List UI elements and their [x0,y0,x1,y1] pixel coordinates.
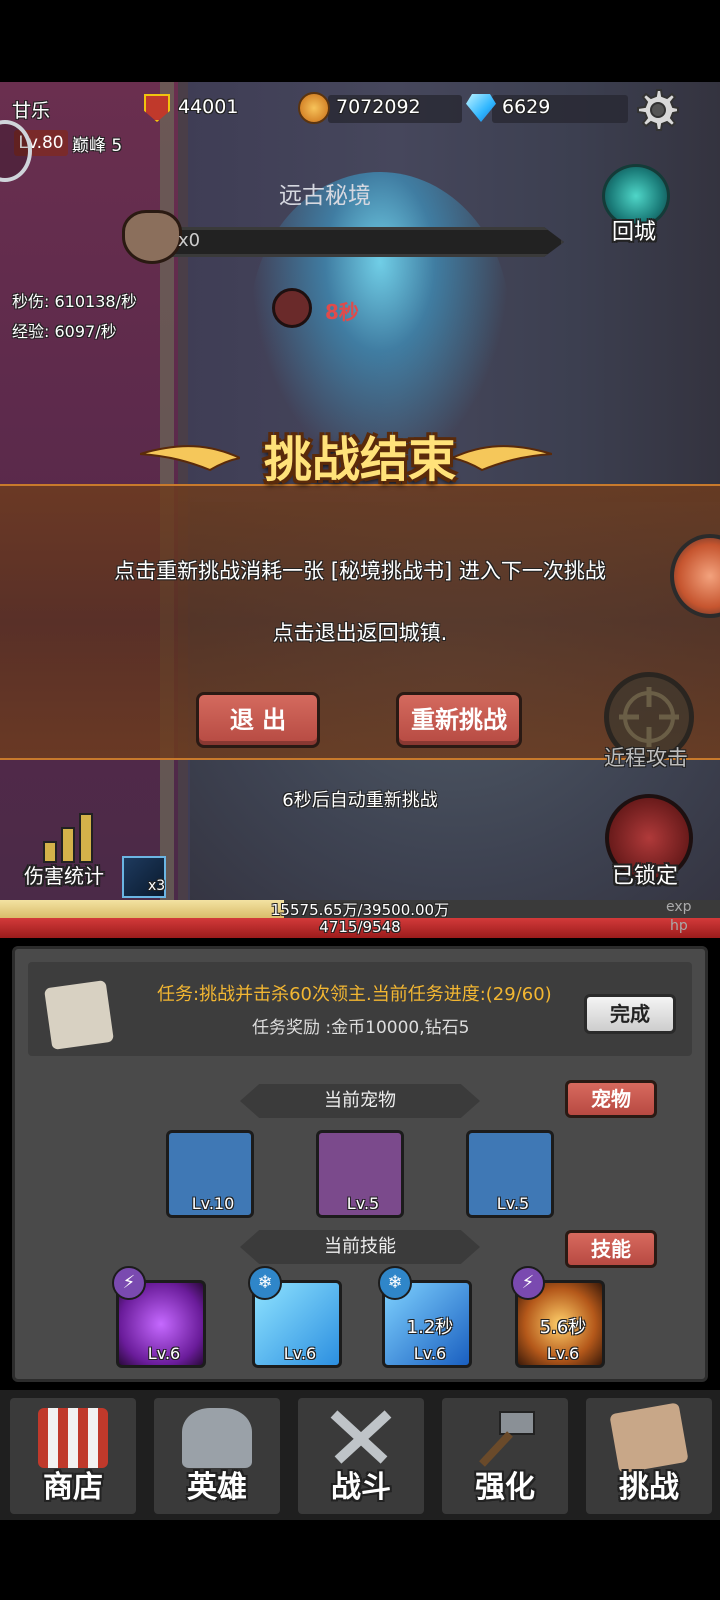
complete-quest-button[interactable]: 完成 [584,994,676,1034]
lightning-icon: ⚡ [511,1266,545,1300]
result-title: 挑战结束 [263,432,456,488]
skill-level: Lv.6 [147,1344,181,1363]
hp-label: hp [670,918,688,934]
nav-label: 英雄 [187,1470,247,1505]
status-bar-area [0,0,720,82]
quest-reward: 任务奖励 :金币10000,钻石5 [252,1018,470,1038]
damage-stats-label[interactable]: 伤害统计 [24,860,104,889]
nav-hero-button[interactable]: 英雄 [154,1398,280,1514]
gear-icon[interactable] [634,86,680,132]
nav-challenge-button[interactable]: 挑战 [586,1398,712,1514]
lightning-icon: ⚡ [112,1266,146,1300]
lock-target-label[interactable]: 已锁定 [612,858,678,890]
skills-section-header: 当前技能 [240,1230,480,1264]
gold-value: 7072092 [336,96,421,118]
exit-button[interactable]: 退 出 [196,692,320,748]
raccoon-pet-icon[interactable]: Lv.10 [166,1130,254,1218]
skill-level: Lv.6 [413,1344,447,1363]
return-town-label[interactable]: 回城 [612,214,656,246]
nav-shop-button[interactable]: 商店 [10,1398,136,1514]
exp-rate-stat: 经验: 6097/秒 [12,322,117,341]
gold-coin-icon [298,92,330,124]
result-message-1: 点击重新挑战消耗一张 [秘境挑战书] 进入下一次挑战 [114,559,606,583]
timer-icon [272,288,312,328]
ice-buff-count: x3 [148,878,166,894]
result-message-2: 点击退出返回城镇. [272,621,448,645]
melee-attack-label[interactable]: 近程攻击 [604,742,688,772]
shop-stall-icon [38,1408,108,1468]
player-name: 甘乐 [12,100,51,122]
peak-level: 巅峰 5 [72,136,123,156]
bar-chart-icon[interactable] [40,808,96,864]
bear-pet-icon[interactable]: Lv.5 [466,1130,554,1218]
crossed-swords-icon [326,1408,396,1468]
nav-battle-button[interactable]: 战斗 [298,1398,424,1514]
hammer-icon [470,1408,540,1468]
nav-label: 强化 [475,1470,535,1505]
area-title: 远古秘境 [279,183,371,209]
gem-value: 6629 [502,96,551,118]
pets-section-header: 当前宠物 [240,1084,480,1118]
snowflake-icon: ❄ [248,1266,282,1300]
nav-label: 商店 [43,1470,103,1505]
exp-value: 15575.65万/39500.00万 [270,901,450,919]
nav-label: 战斗 [331,1470,391,1505]
exp-label: exp [666,899,692,915]
owl-pet-icon[interactable]: Lv.5 [316,1130,404,1218]
pet-level: Lv.5 [496,1194,530,1213]
nav-label: 挑战 [619,1470,679,1505]
skill-level: Lv.6 [283,1344,317,1363]
timer-text: 8秒 [325,300,359,324]
scroll-quill-icon [43,979,115,1051]
pets-button[interactable]: 宠物 [565,1080,657,1118]
auto-retry-text: 6秒后自动重新挑战 [282,790,438,811]
navigation-bar-area [0,1520,720,1600]
boss-kill-count: x0 [178,230,201,251]
pet-level: Lv.10 [191,1194,235,1213]
skill-level: Lv.6 [546,1344,580,1363]
retry-button[interactable]: 重新挑战 [396,692,522,748]
pet-level: Lv.5 [346,1194,380,1213]
nav-upgrade-button[interactable]: 强化 [442,1398,568,1514]
power-value: 44001 [178,96,239,118]
skill-cooldown: 5.6秒 [539,1317,587,1338]
boss-skull-icon [122,210,182,264]
boss-kill-bar [164,227,564,257]
skills-button[interactable]: 技能 [565,1230,657,1268]
helmet-icon [182,1408,252,1468]
snowflake-icon: ❄ [378,1266,412,1300]
dps-stat: 秒伤: 610138/秒 [12,292,137,311]
hp-value: 4715/9548 [319,918,401,936]
skill-cooldown: 1.2秒 [406,1317,454,1338]
quest-title: 任务:挑战并击杀60次领主.当前任务进度:(29/60) [157,984,552,1005]
